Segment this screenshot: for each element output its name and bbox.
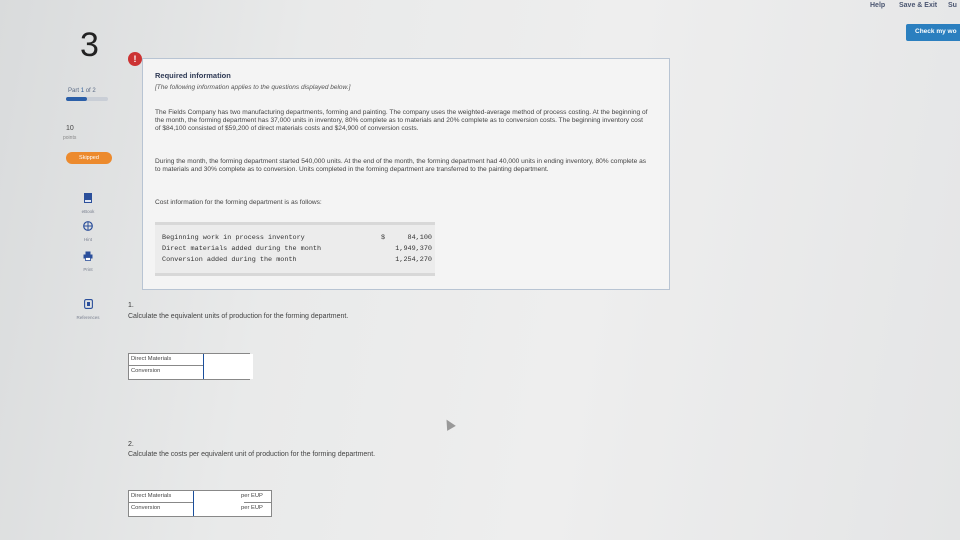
conversion-cost-per-eup-input[interactable] bbox=[193, 503, 244, 516]
book-icon bbox=[84, 193, 92, 203]
cost-value: 1,254,270 bbox=[395, 256, 432, 264]
info-paragraph-1: The Fields Company has two manufacturing… bbox=[155, 109, 648, 133]
references-icon bbox=[83, 299, 93, 309]
references-button[interactable]: References bbox=[70, 296, 106, 320]
question-2-number: 2. bbox=[128, 441, 134, 448]
cost-value: 1,949,370 bbox=[395, 245, 432, 253]
points-label: points bbox=[63, 135, 77, 141]
skipped-badge: Skipped bbox=[66, 152, 112, 164]
info-title: Required information bbox=[155, 71, 231, 80]
table-row: Conversion bbox=[129, 366, 253, 379]
hint-icon bbox=[83, 221, 93, 231]
question-number: 3 bbox=[80, 26, 99, 64]
part-suffix: of 2 bbox=[85, 88, 96, 94]
cost-per-eup-table: Direct Materials per EUP Conversion per … bbox=[128, 490, 272, 517]
question-1-text: Calculate the equivalent units of produc… bbox=[128, 313, 349, 320]
row-label: Conversion bbox=[131, 368, 161, 374]
part-progress-bar bbox=[66, 97, 108, 101]
question-1-number: 1. bbox=[128, 302, 134, 309]
cost-label: Beginning work in process inventory bbox=[162, 234, 305, 242]
table-row: Conversion per EUP bbox=[129, 503, 271, 516]
part-progress-fill bbox=[66, 97, 87, 101]
cost-label: Direct materials added during the month bbox=[162, 245, 322, 253]
unit-label: per EUP bbox=[241, 505, 263, 511]
row-label: Conversion bbox=[131, 505, 161, 511]
info-paragraph-2: During the month, the forming department… bbox=[155, 158, 647, 174]
ebook-label: eBook bbox=[81, 209, 95, 214]
part-prefix: Part bbox=[68, 88, 80, 94]
save-exit-link[interactable]: Save & Exit bbox=[899, 2, 937, 9]
cost-currency: $ bbox=[381, 234, 386, 242]
unit-label: per EUP bbox=[241, 493, 263, 499]
submit-link[interactable]: Su bbox=[948, 2, 957, 9]
row-label: Direct Materials bbox=[131, 493, 172, 499]
row-label: Direct Materials bbox=[131, 356, 172, 362]
print-button[interactable]: Print bbox=[70, 248, 106, 272]
help-link[interactable]: Help bbox=[870, 2, 885, 9]
info-note: [The following information applies to th… bbox=[155, 84, 351, 91]
mouse-cursor-icon bbox=[442, 417, 456, 431]
question-2-text: Calculate the costs per equivalent unit … bbox=[128, 451, 376, 458]
part-indicator: Part 1 of 2 bbox=[68, 88, 96, 94]
table-row: Beginning work in process inventory $ 84… bbox=[162, 234, 432, 243]
ebook-button[interactable]: eBook bbox=[70, 190, 106, 214]
hint-label: Hint bbox=[83, 237, 92, 242]
cost-value: 84,100 bbox=[407, 234, 432, 242]
table-row: Direct Materials per EUP bbox=[129, 491, 271, 504]
required-information-panel: Required information [The following info… bbox=[142, 58, 670, 290]
print-label: Print bbox=[83, 267, 93, 272]
hint-button[interactable]: Hint bbox=[70, 218, 106, 242]
part-current: 1 bbox=[80, 88, 85, 94]
cost-label: Conversion added during the month bbox=[162, 256, 297, 264]
table-row: Conversion added during the month 1,254,… bbox=[162, 256, 432, 265]
check-my-work-button[interactable]: Check my wo bbox=[906, 24, 960, 41]
references-label: References bbox=[76, 315, 100, 320]
cost-information-table: Beginning work in process inventory $ 84… bbox=[155, 222, 435, 276]
conversion-eup-input[interactable] bbox=[203, 366, 253, 379]
points-value: 10 bbox=[66, 125, 74, 132]
equivalent-units-table: Direct Materials Conversion bbox=[128, 353, 253, 380]
print-icon bbox=[83, 251, 93, 261]
table-row: Direct Materials bbox=[129, 354, 253, 367]
table-row: Direct materials added during the month … bbox=[162, 245, 432, 254]
alert-icon: ! bbox=[128, 52, 142, 66]
info-paragraph-3: Cost information for the forming departm… bbox=[155, 199, 322, 206]
